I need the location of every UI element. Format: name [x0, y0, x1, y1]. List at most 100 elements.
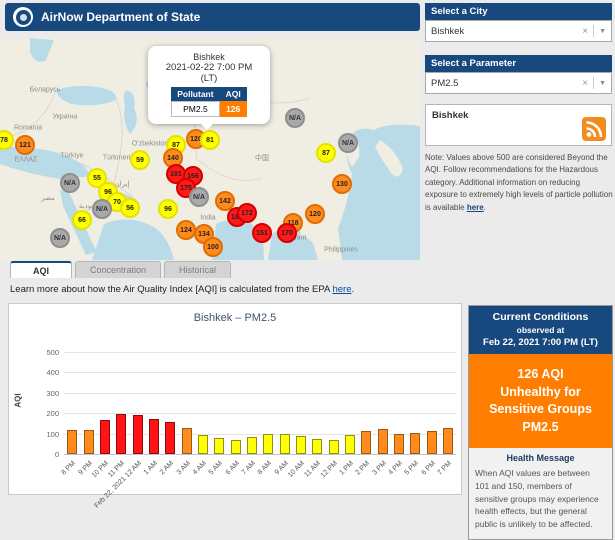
chart-bar[interactable]	[263, 434, 273, 454]
map-place-label: مصر	[41, 194, 55, 202]
select-city-header: Select a City	[425, 3, 612, 20]
aqi-map-marker[interactable]: 96	[158, 199, 178, 219]
conditions-aqi-value: 126 AQI	[473, 366, 608, 384]
popup-pollutant-header: Pollutant	[171, 87, 219, 102]
app-title: AirNow Department of State	[41, 10, 200, 24]
tab-aqi[interactable]: AQI	[10, 261, 72, 278]
feed-city-label: Bishkek	[432, 110, 468, 121]
aqi-map-marker[interactable]: N/A	[189, 187, 209, 207]
chart-bar[interactable]	[100, 420, 110, 454]
airnow-dos-page: AirNow Department of State Select a City…	[0, 0, 615, 500]
chevron-down-icon[interactable]: ▼	[599, 80, 606, 87]
feed-box: Bishkek	[425, 104, 612, 146]
select-parameter-header: Select a Parameter	[425, 55, 612, 72]
aqi-bar-chart: Bishkek – PM2.5 AQI 01002003004005008 PM…	[8, 303, 462, 495]
health-message-title: Health Message	[475, 453, 606, 463]
aqi-map-marker[interactable]: N/A	[60, 173, 80, 193]
chart-bar[interactable]	[84, 430, 94, 454]
map-place-label: Україна	[53, 114, 78, 121]
popup-city: Bishkek	[152, 52, 266, 62]
aqi-world-map[interactable]: БеларусьУкраїнаRomaniaTürkiyeΕΛΛΑΣO'zbek…	[0, 38, 420, 260]
chart-bar[interactable]	[410, 433, 420, 454]
chart-bar[interactable]	[247, 437, 257, 454]
note-here-link[interactable]: here	[467, 203, 484, 212]
chart-ylabel: AQI	[14, 393, 23, 407]
chart-ytick-label: 200	[29, 409, 59, 418]
chart-bar[interactable]	[133, 415, 143, 454]
conditions-aqi-parameter: PM2.5	[473, 419, 608, 437]
learn-more-text: Learn more about how the Air Quality Ind…	[10, 284, 354, 295]
popup-pollutant-value: PM2.5	[171, 102, 219, 117]
view-tabs: AQIConcentrationHistorical	[10, 261, 231, 278]
aqi-map-marker[interactable]: N/A	[285, 108, 305, 128]
chevron-down-icon[interactable]: ▼	[599, 28, 606, 35]
tab-concentration[interactable]: Concentration	[75, 261, 161, 278]
chart-bar[interactable]	[116, 414, 126, 454]
app-header: AirNow Department of State	[5, 3, 420, 31]
chart-bar[interactable]	[231, 440, 241, 454]
chart-bar[interactable]	[312, 439, 322, 454]
conditions-aqi-category: Unhealthy for Sensitive Groups	[473, 384, 608, 419]
aqi-map-marker[interactable]: 100	[203, 237, 223, 257]
map-place-label: India	[200, 215, 215, 222]
popup-aqi-header: AQI	[220, 87, 247, 102]
conditions-timestamp: Feb 22, 2021 7:00 PM (LT)	[472, 337, 609, 348]
city-select[interactable]: Bishkek × ▼	[425, 20, 612, 42]
chart-bar[interactable]	[67, 430, 77, 454]
aqi-map-marker[interactable]: 120	[305, 204, 325, 224]
aqi-map-marker[interactable]: 130	[332, 174, 352, 194]
chart-title: Bishkek – PM2.5	[9, 312, 461, 324]
aqi-map-marker[interactable]: N/A	[92, 199, 112, 219]
aqi-map-marker[interactable]: 66	[72, 210, 92, 230]
aqi-map-marker[interactable]: N/A	[50, 228, 70, 248]
chart-gridline	[64, 372, 456, 373]
conditions-aqi-block: 126 AQI Unhealthy for Sensitive Groups P…	[469, 354, 612, 448]
chart-bar[interactable]	[394, 434, 404, 454]
aqi-map-marker[interactable]: 170	[277, 223, 297, 243]
chart-bar[interactable]	[296, 436, 306, 454]
chart-bar[interactable]	[345, 435, 355, 454]
chart-bar[interactable]	[427, 431, 437, 454]
rss-icon[interactable]	[582, 117, 606, 141]
parameter-select-value: PM2.5	[431, 78, 582, 89]
aqi-map-marker[interactable]: 59	[130, 150, 150, 170]
map-popup: Bishkek 2021-02-22 7:00 PM (LT) Pollutan…	[148, 46, 270, 124]
clear-city-icon[interactable]: ×	[582, 26, 588, 37]
aqi-map-marker[interactable]: 87	[316, 143, 336, 163]
map-place-label: Philippines	[324, 247, 358, 254]
map-place-label: O'zbekiston	[132, 141, 168, 148]
popup-timezone: (LT)	[152, 73, 266, 84]
dos-seal-icon	[13, 7, 33, 27]
select-divider	[593, 25, 594, 37]
popup-table: Pollutant AQI PM2.5 126	[171, 87, 248, 117]
tab-historical[interactable]: Historical	[164, 261, 231, 278]
conditions-title: Current Conditions	[472, 311, 609, 323]
aqi-map-marker[interactable]: 56	[120, 198, 140, 218]
chart-bar[interactable]	[329, 440, 339, 454]
current-conditions-panel: Current Conditions observed at Feb 22, 2…	[468, 305, 613, 540]
conditions-header: Current Conditions observed at Feb 22, 2…	[469, 306, 612, 354]
aqi-map-marker[interactable]: 121	[15, 135, 35, 155]
chart-bar[interactable]	[378, 429, 388, 454]
aqi-map-marker[interactable]: 172	[237, 203, 257, 223]
map-place-label: ΕΛΛΑΣ	[14, 157, 37, 164]
chart-bar[interactable]	[443, 428, 453, 454]
aqi-map-marker[interactable]: 151	[252, 223, 272, 243]
aqi-map-marker[interactable]: 124	[176, 220, 196, 240]
popup-aqi-value: 126	[220, 102, 247, 117]
chart-bar[interactable]	[149, 419, 159, 454]
select-divider	[593, 77, 594, 89]
chart-bar[interactable]	[280, 434, 290, 454]
chart-bar[interactable]	[198, 435, 208, 454]
clear-parameter-icon[interactable]: ×	[582, 78, 588, 89]
chart-bar[interactable]	[165, 422, 175, 454]
chart-bar[interactable]	[361, 431, 371, 454]
chart-ytick-label: 300	[29, 389, 59, 398]
map-place-label: 中国	[255, 153, 269, 163]
aqi-map-marker[interactable]: N/A	[338, 133, 358, 153]
chart-bar[interactable]	[214, 438, 224, 454]
chart-ytick-label: 400	[29, 368, 59, 377]
chart-bar[interactable]	[182, 428, 192, 454]
learn-more-here-link[interactable]: here	[332, 284, 351, 295]
parameter-select[interactable]: PM2.5 × ▼	[425, 72, 612, 94]
